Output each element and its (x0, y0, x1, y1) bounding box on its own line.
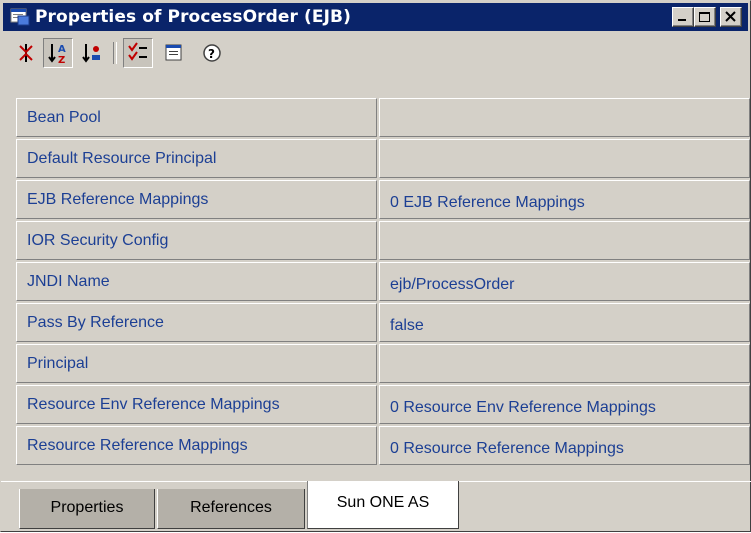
tab-properties[interactable]: Properties (19, 489, 155, 529)
property-value[interactable]: ejb/ProcessOrder (379, 262, 750, 301)
property-row[interactable]: IOR Security Config (16, 221, 750, 260)
property-name: Resource Env Reference Mappings (16, 385, 377, 424)
property-name: Principal (16, 344, 377, 383)
property-row[interactable]: Principal (16, 344, 750, 383)
property-name: Bean Pool (16, 98, 377, 137)
maximize-icon (699, 12, 710, 22)
toolbar: A Z ? (3, 32, 748, 72)
help-icon: ? (203, 44, 221, 62)
sort-by-name-button[interactable]: A Z (43, 38, 73, 68)
property-value[interactable]: 0 Resource Env Reference Mappings (379, 385, 750, 424)
property-value[interactable] (379, 98, 750, 137)
type-sort-icon (82, 44, 100, 63)
property-name: Resource Reference Mappings (16, 426, 377, 465)
property-name: Pass By Reference (16, 303, 377, 342)
property-name: JNDI Name (16, 262, 377, 301)
property-row[interactable]: EJB Reference Mappings 0 EJB Reference M… (16, 180, 750, 219)
property-name: EJB Reference Mappings (16, 180, 377, 219)
editable-properties-icon (128, 42, 147, 61)
show-editable-button[interactable] (123, 38, 153, 68)
title-bar[interactable]: Properties of ProcessOrder (EJB) (3, 3, 748, 31)
property-row[interactable]: Default Resource Principal (16, 139, 750, 178)
close-icon (725, 11, 736, 22)
property-value[interactable]: false (379, 303, 750, 342)
property-value[interactable] (379, 344, 750, 383)
tab-sun-one-as[interactable]: Sun ONE AS (307, 481, 459, 529)
minimize-button[interactable] (672, 7, 694, 27)
property-row[interactable]: Resource Env Reference Mappings 0 Resour… (16, 385, 750, 424)
svg-text:?: ? (208, 47, 215, 61)
tab-references[interactable]: References (157, 489, 305, 529)
close-button[interactable] (720, 7, 742, 27)
property-value[interactable] (379, 139, 750, 178)
tab-strip: Properties References Sun ONE AS (1, 481, 751, 533)
sort-by-category-button[interactable] (11, 38, 41, 68)
alpha-sort-icon: A Z (48, 44, 66, 64)
property-sheet: Bean Pool Default Resource Principal EJB… (16, 98, 750, 466)
property-value[interactable] (379, 221, 750, 260)
property-value[interactable]: 0 Resource Reference Mappings (379, 426, 750, 465)
customizer-button[interactable] (159, 38, 189, 68)
property-row[interactable]: Resource Reference Mappings 0 Resource R… (16, 426, 750, 465)
sort-by-type-button[interactable] (77, 38, 107, 68)
property-name: IOR Security Config (16, 221, 377, 260)
properties-window: Properties of ProcessOrder (EJB) A Z ? B… (0, 0, 751, 532)
property-row[interactable]: JNDI Name ejb/ProcessOrder (16, 262, 750, 301)
toolbar-separator (113, 42, 117, 64)
property-name: Default Resource Principal (16, 139, 377, 178)
customizer-icon (165, 44, 182, 61)
category-sort-icon (19, 44, 33, 62)
help-button[interactable]: ? (197, 38, 227, 68)
maximize-button[interactable] (694, 7, 716, 27)
property-value[interactable]: 0 EJB Reference Mappings (379, 180, 750, 219)
property-row[interactable]: Pass By Reference false (16, 303, 750, 342)
window-title: Properties of ProcessOrder (EJB) (35, 7, 351, 27)
minimize-icon (678, 19, 686, 21)
properties-app-icon (10, 8, 30, 26)
svg-text:A: A (58, 44, 66, 55)
svg-text:Z: Z (58, 55, 65, 64)
property-row[interactable]: Bean Pool (16, 98, 750, 137)
